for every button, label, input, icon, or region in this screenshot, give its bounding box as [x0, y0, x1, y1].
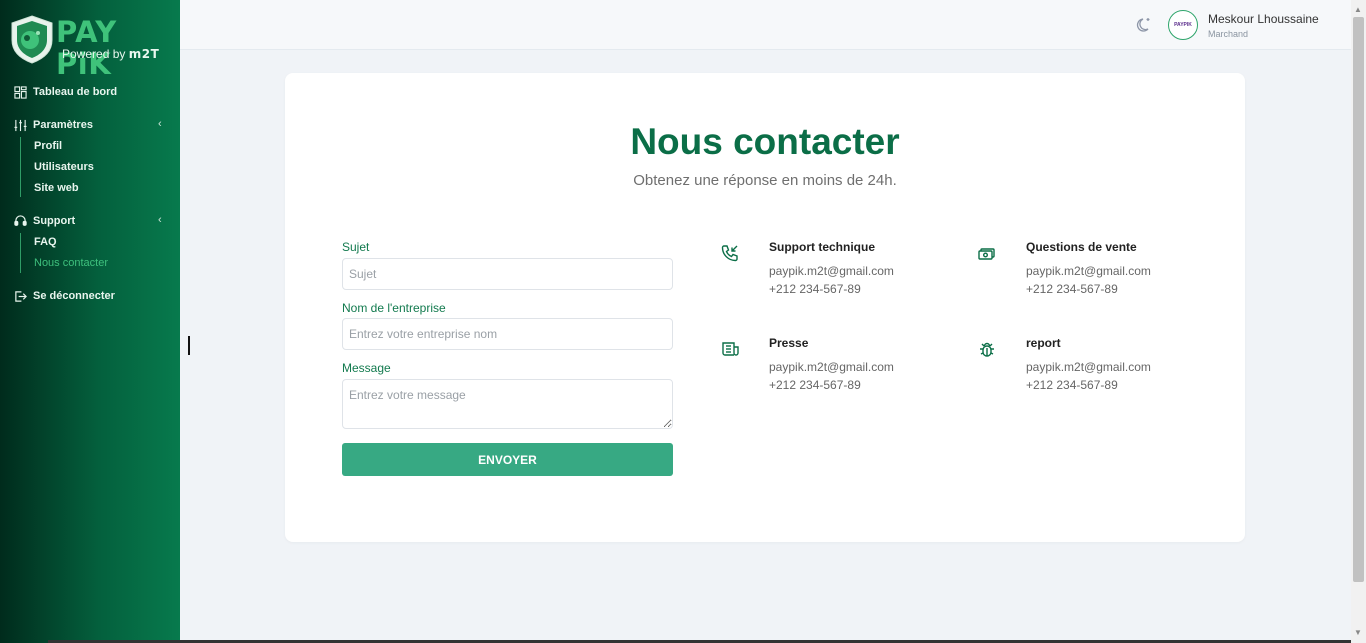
- moon-icon[interactable]: [1135, 15, 1153, 33]
- support-chevron-icon[interactable]: ‹: [158, 214, 162, 226]
- subject-label: Sujet: [342, 240, 370, 254]
- support-sub-line: [20, 233, 21, 273]
- contact-phone[interactable]: +212 234-567-89: [769, 282, 861, 296]
- scroll-thumb[interactable]: [1353, 17, 1364, 582]
- nav-dashboard-label: Tableau de bord: [33, 86, 118, 98]
- user-role: Marchand: [1208, 29, 1249, 39]
- headset-icon: [14, 214, 27, 226]
- page-title: Nous contacter: [630, 121, 900, 162]
- contact-email[interactable]: paypik.m2t@gmail.com: [769, 264, 894, 278]
- scroll-up-arrow-icon[interactable]: ▲: [1354, 5, 1362, 14]
- contact-title: Questions de vente: [1026, 240, 1137, 254]
- nav-settings-label: Paramètres: [33, 119, 93, 131]
- brand-logo[interactable]: PAY PiK Powered by m2T: [8, 14, 173, 80]
- phone-incoming-icon: [721, 245, 738, 262]
- company-label: Nom de l'entreprise: [342, 301, 446, 315]
- message-label: Message: [342, 361, 391, 375]
- nav-users[interactable]: Utilisateurs: [34, 161, 94, 173]
- contact-phone[interactable]: +212 234-567-89: [1026, 282, 1118, 296]
- nav-profile[interactable]: Profil: [34, 140, 62, 152]
- avatar[interactable]: PAYPIK: [1168, 10, 1198, 40]
- nav-logout-label: Se déconnecter: [33, 290, 115, 302]
- powered-by: Powered by m2T: [62, 47, 159, 61]
- nav-logout[interactable]: Se déconnecter: [14, 288, 115, 304]
- bug-icon: [980, 342, 994, 357]
- nav-dashboard[interactable]: Tableau de bord: [14, 84, 117, 100]
- nav-website[interactable]: Site web: [34, 182, 79, 194]
- nav-settings[interactable]: Paramètres: [14, 117, 93, 133]
- avatar-text: PAYPIK: [1174, 22, 1192, 28]
- scrollbar[interactable]: ▲ ▼: [1351, 0, 1366, 643]
- cash-icon: [978, 248, 995, 260]
- settings-chevron-icon[interactable]: ‹: [158, 118, 162, 130]
- contact-email[interactable]: paypik.m2t@gmail.com: [1026, 360, 1151, 374]
- contact-email[interactable]: paypik.m2t@gmail.com: [1026, 264, 1151, 278]
- top-bar: PAYPIK Meskour Lhoussaine Marchand: [180, 0, 1351, 50]
- powered-by-brand: m2T: [128, 47, 160, 61]
- contact-title: Support technique: [769, 240, 875, 254]
- shield-logo-icon: [11, 15, 53, 64]
- contact-card: Nous contacter Obtenez une réponse en mo…: [285, 73, 1245, 542]
- contact-title: Presse: [769, 336, 809, 350]
- send-button[interactable]: ENVOYER: [342, 443, 673, 476]
- dashboard-grid-icon: [14, 85, 27, 99]
- logout-icon: [15, 290, 27, 302]
- news-icon: [722, 342, 739, 356]
- contact-phone[interactable]: +212 234-567-89: [1026, 378, 1118, 392]
- text-cursor: [188, 336, 190, 355]
- nav-faq[interactable]: FAQ: [34, 236, 57, 248]
- powered-by-label: Powered by: [62, 47, 126, 61]
- page-subtitle: Obtenez une réponse en moins de 24h.: [633, 172, 897, 189]
- subject-input[interactable]: [342, 258, 673, 290]
- message-textarea[interactable]: [342, 379, 673, 429]
- nav-support-label: Support: [33, 215, 76, 227]
- company-input[interactable]: [342, 318, 673, 350]
- nav-support[interactable]: Support: [14, 213, 75, 229]
- scroll-down-arrow-icon[interactable]: ▼: [1354, 628, 1362, 637]
- sidebar: PAY PiK Powered by m2T Tableau de bord P…: [0, 0, 180, 643]
- sliders-icon: [14, 119, 27, 131]
- contact-title: report: [1026, 336, 1061, 350]
- contact-email[interactable]: paypik.m2t@gmail.com: [769, 360, 894, 374]
- user-name[interactable]: Meskour Lhoussaine: [1208, 12, 1319, 26]
- nav-contact[interactable]: Nous contacter: [34, 257, 108, 269]
- settings-sub-line: [20, 137, 21, 197]
- contact-phone[interactable]: +212 234-567-89: [769, 378, 861, 392]
